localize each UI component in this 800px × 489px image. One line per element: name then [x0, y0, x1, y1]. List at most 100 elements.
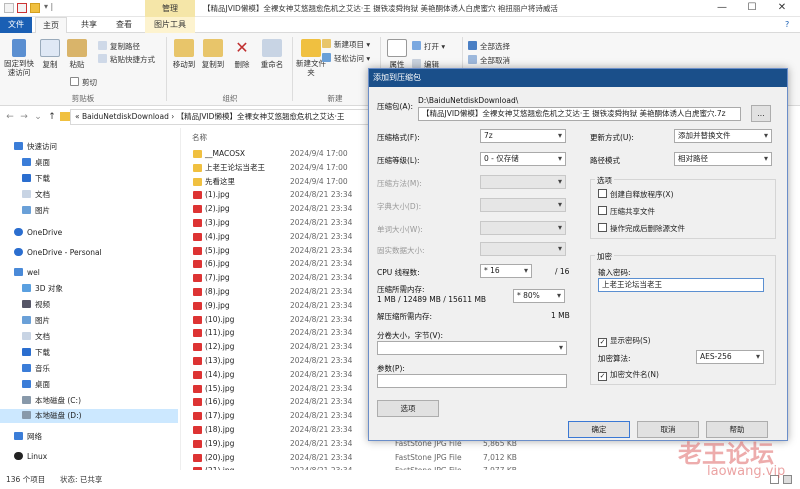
- copy-path-button[interactable]: 复制路径: [98, 41, 140, 52]
- table-row[interactable]: (4).jpg 2024/8/21 23:34: [180, 230, 370, 244]
- rename-button[interactable]: 重命名: [258, 39, 286, 70]
- column-name-header[interactable]: 名称: [192, 132, 207, 143]
- nav-videos[interactable]: 视频: [22, 298, 50, 312]
- open-button[interactable]: 打开 ▾: [412, 41, 445, 52]
- nav-3d-objects[interactable]: 3D 对象: [22, 282, 63, 296]
- nav-disk-c[interactable]: 本地磁盘 (C:): [22, 394, 81, 408]
- nav-documents[interactable]: 文档: [22, 188, 50, 202]
- easy-access-button[interactable]: 轻松访问 ▾: [322, 53, 370, 64]
- paste-button[interactable]: 粘贴: [65, 39, 89, 70]
- nav-linux[interactable]: Linux: [14, 450, 47, 464]
- context-tab-manage[interactable]: 管理: [145, 0, 195, 17]
- tab-file[interactable]: 文件: [0, 17, 32, 33]
- table-row[interactable]: __MACOSX 2024/9/4 17:00: [180, 147, 370, 161]
- table-row[interactable]: (11).jpg 2024/8/21 23:34: [180, 326, 370, 340]
- split-select[interactable]: [377, 341, 567, 355]
- nav-desktop[interactable]: 桌面: [22, 156, 50, 170]
- select-none-button[interactable]: 全部取消: [468, 55, 510, 66]
- password-input[interactable]: 上老王论坛当老王: [598, 278, 764, 292]
- help-icon[interactable]: ?: [785, 20, 789, 29]
- encrypt-names-checkbox[interactable]: ✓ 加密文件名(N): [598, 369, 659, 381]
- ok-button[interactable]: 确定: [568, 421, 630, 438]
- table-row[interactable]: (2).jpg 2024/8/21 23:34: [180, 202, 370, 216]
- close-button[interactable]: ✕: [767, 0, 797, 17]
- table-row[interactable]: (10).jpg 2024/8/21 23:34: [180, 313, 370, 327]
- properties-button[interactable]: 属性: [386, 39, 408, 70]
- nav-downloads[interactable]: 下载: [22, 172, 50, 186]
- nav-desktop-pc[interactable]: 桌面: [22, 378, 50, 392]
- properties-quick-icon[interactable]: [17, 3, 27, 13]
- copy-button[interactable]: 复制: [38, 39, 62, 70]
- delete-button[interactable]: ✕ 删除: [230, 39, 254, 70]
- nav-music[interactable]: 音乐: [22, 362, 50, 376]
- table-row[interactable]: (13).jpg 2024/8/21 23:34: [180, 354, 370, 368]
- breadcrumb[interactable]: « BaiduNetdiskDownload › 【精品JVID懒模】全裸女神艾…: [70, 109, 370, 125]
- format-select[interactable]: 7z: [480, 129, 566, 143]
- file-name: (6).jpg: [205, 259, 230, 269]
- nav-quick-access[interactable]: 快速访问: [14, 140, 57, 154]
- table-row[interactable]: (7).jpg 2024/8/21 23:34: [180, 271, 370, 285]
- music-icon: [22, 364, 31, 372]
- back-arrow-icon[interactable]: ←: [4, 110, 16, 124]
- table-row[interactable]: 上老王论坛当老王 2024/9/4 17:00: [180, 161, 370, 175]
- tab-picture-tools[interactable]: 图片工具: [145, 17, 195, 33]
- sfx-checkbox[interactable]: 创建自释放程序(X): [598, 189, 674, 200]
- table-row[interactable]: (1).jpg 2024/8/21 23:34: [180, 188, 370, 202]
- table-row[interactable]: (19).jpg 2024/8/21 23:34: [180, 437, 370, 451]
- tab-view[interactable]: 查看: [108, 17, 140, 33]
- maximize-button[interactable]: ☐: [737, 0, 767, 17]
- shared-files-checkbox[interactable]: 压缩共享文件: [598, 206, 655, 217]
- table-row[interactable]: (16).jpg 2024/8/21 23:34: [180, 395, 370, 409]
- minimize-button[interactable]: —: [707, 0, 737, 17]
- pin-button[interactable]: 固定到快速访问: [3, 39, 35, 77]
- move-to-button[interactable]: 移动到: [171, 39, 197, 70]
- table-row[interactable]: 先看这里 2024/9/4 17:00: [180, 175, 370, 189]
- table-row[interactable]: (6).jpg 2024/8/21 23:34: [180, 257, 370, 271]
- copy-to-button[interactable]: 复制到: [200, 39, 226, 70]
- encryption-method-select[interactable]: AES-256: [696, 350, 764, 364]
- new-item-button[interactable]: 新建项目 ▾: [322, 39, 370, 50]
- up-arrow-icon[interactable]: ↑: [46, 110, 58, 124]
- table-row[interactable]: (18).jpg 2024/8/21 23:34: [180, 423, 370, 437]
- threads-select[interactable]: * 16: [480, 264, 532, 278]
- table-row[interactable]: (14).jpg 2024/8/21 23:34: [180, 368, 370, 382]
- show-password-checkbox[interactable]: ✓ 显示密码(S): [598, 335, 651, 347]
- path-mode-select[interactable]: 相对路径: [674, 152, 772, 166]
- table-row[interactable]: (17).jpg 2024/8/21 23:34: [180, 409, 370, 423]
- customize-toolbar-icon[interactable]: ▾ |: [44, 2, 53, 11]
- table-row[interactable]: (8).jpg 2024/8/21 23:34: [180, 285, 370, 299]
- table-row[interactable]: (15).jpg 2024/8/21 23:34: [180, 382, 370, 396]
- tab-home[interactable]: 主页: [35, 17, 67, 33]
- nav-downloads-pc[interactable]: 下载: [22, 346, 50, 360]
- table-row[interactable]: (12).jpg 2024/8/21 23:34: [180, 340, 370, 354]
- nav-pictures-pc[interactable]: 图片: [22, 314, 50, 328]
- cut-button[interactable]: 剪切: [70, 77, 97, 88]
- table-row[interactable]: (3).jpg 2024/8/21 23:34: [180, 216, 370, 230]
- nav-onedrive-personal[interactable]: OneDrive - Personal: [14, 246, 102, 260]
- recent-chevron-icon[interactable]: ⌄: [32, 110, 44, 124]
- nav-pictures[interactable]: 图片: [22, 204, 50, 218]
- nav-documents-pc[interactable]: 文档: [22, 330, 50, 344]
- nav-network[interactable]: 网络: [14, 430, 42, 444]
- table-row[interactable]: (20).jpg 2024/8/21 23:34: [180, 451, 370, 465]
- table-row[interactable]: (9).jpg 2024/8/21 23:34: [180, 299, 370, 313]
- browse-button[interactable]: ...: [751, 105, 771, 122]
- nav-this-pc[interactable]: wel: [14, 266, 40, 280]
- delete-source-checkbox[interactable]: 操作完成后删除源文件: [598, 223, 685, 234]
- level-select[interactable]: 0 - 仅存储: [480, 152, 566, 166]
- table-row[interactable]: (5).jpg 2024/8/21 23:34: [180, 244, 370, 258]
- select-all-button[interactable]: 全部选择: [468, 41, 510, 52]
- archive-name-input[interactable]: 【精品JVID懒模】全裸女神艾悠翘愈危机之艾达·王 摄铁凌舜拘狱 美艳酮体诱人白…: [418, 107, 741, 121]
- quick-access-icon[interactable]: [4, 3, 14, 13]
- memory-percent-select[interactable]: * 80%: [513, 289, 565, 303]
- nav-onedrive[interactable]: OneDrive: [14, 226, 62, 240]
- tab-share[interactable]: 共享: [73, 17, 105, 33]
- nav-disk-d[interactable]: 本地磁盘 (D:): [0, 409, 178, 423]
- new-folder-quick-icon[interactable]: [30, 3, 40, 13]
- paste-shortcut-button[interactable]: 粘贴快捷方式: [98, 54, 155, 65]
- update-select[interactable]: 添加并替换文件: [674, 129, 772, 143]
- file-date: 2024/8/21 23:34: [290, 218, 353, 227]
- forward-arrow-icon[interactable]: →: [18, 110, 30, 124]
- params-input[interactable]: [377, 374, 567, 388]
- options-button[interactable]: 选项: [377, 400, 439, 417]
